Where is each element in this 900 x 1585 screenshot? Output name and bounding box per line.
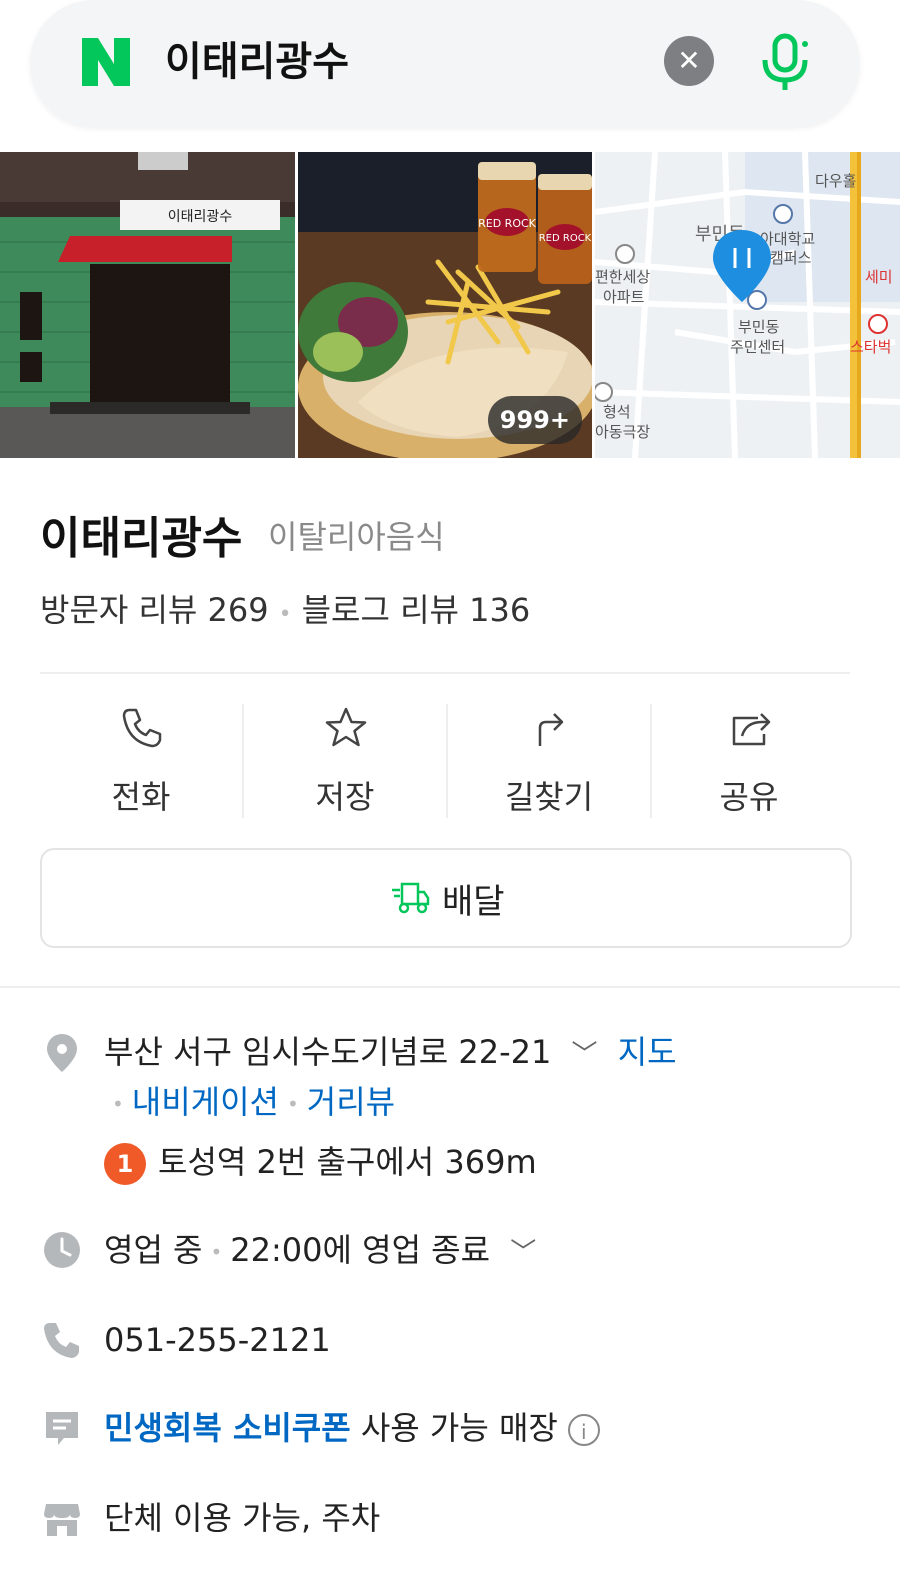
close-icon: ✕: [677, 44, 701, 77]
hours-detail: 22:00에 영업 종료: [230, 1231, 491, 1269]
map-link[interactable]: 지도: [618, 1033, 677, 1071]
svg-text:RED ROCK: RED ROCK: [478, 217, 537, 230]
place-name: 이태리광수: [40, 513, 243, 564]
map-label-4: 세미: [865, 268, 893, 286]
naver-logo-icon[interactable]: [78, 34, 134, 90]
save-label: 저장: [315, 778, 375, 816]
directions-button[interactable]: 길찾기: [448, 700, 650, 820]
review-summary: 방문자 리뷰 269 • 블로그 리뷰 136: [40, 591, 531, 629]
map-label-6: 아파트: [603, 288, 645, 306]
divider: [40, 672, 850, 674]
visitor-review-link[interactable]: 방문자 리뷰 269: [40, 591, 269, 629]
info-icon[interactable]: i: [567, 1414, 600, 1446]
storefront-photo[interactable]: 이태리광수: [0, 152, 295, 458]
action-bar: 전화 저장 길찾기 공유: [40, 700, 850, 820]
facilities-text: 단체 이용 가능, 주차: [104, 1499, 381, 1537]
map-label-10: 형석: [603, 403, 631, 421]
map-label-2: 아대학교: [760, 230, 815, 248]
phone-icon: [44, 1323, 79, 1358]
microphone-icon[interactable]: [755, 30, 815, 94]
address-links: • 내비게이션 • 거리뷰: [112, 1083, 396, 1121]
subway-line-badge: 1: [104, 1143, 146, 1185]
share-button[interactable]: 공유: [648, 700, 850, 820]
storefront-sign: 이태리광수: [168, 209, 233, 225]
subway-text: 토성역 2번 출구에서 369m: [158, 1143, 537, 1181]
share-label: 공유: [719, 778, 779, 816]
food-photo[interactable]: RED ROCK RED ROCK 999+: [298, 152, 592, 458]
phone-number[interactable]: 051-255-2121: [104, 1318, 331, 1362]
search-query[interactable]: 이태리광수: [165, 34, 349, 90]
save-button[interactable]: 저장: [244, 700, 446, 820]
phone-icon: [122, 708, 162, 748]
map-label-11: 아동극장: [595, 423, 650, 441]
coupon-row: 민생회복 소비쿠폰 사용 가능 매장 i: [104, 1406, 600, 1450]
directions-icon: [538, 713, 564, 746]
coupon-link[interactable]: 민생회복 소비쿠폰: [104, 1409, 351, 1447]
delivery-truck-icon: [392, 882, 430, 914]
map-label-9: 스타벅: [850, 338, 891, 356]
address-text[interactable]: 부산 서구 임시수도기념로 22-21: [104, 1033, 551, 1071]
delivery-button[interactable]: 배달: [40, 848, 852, 948]
section-divider: [0, 986, 900, 988]
map-label-3: 캠퍼스: [770, 249, 812, 267]
call-label: 전화: [111, 778, 171, 816]
hours-status: 영업 중: [104, 1231, 203, 1269]
photo-strip[interactable]: 이태리광수 RED ROCK RED ROCK 999+ 다우홀 부민동 아대학…: [0, 152, 900, 458]
map-label-7: 부민동: [738, 318, 780, 336]
delivery-label: 배달: [442, 882, 505, 922]
search-bar[interactable]: 이태리광수 ✕: [30, 0, 860, 127]
clear-search-button[interactable]: ✕: [664, 36, 714, 86]
streetview-link[interactable]: 거리뷰: [307, 1083, 395, 1121]
call-button[interactable]: 전화: [40, 700, 242, 820]
hours-row[interactable]: 영업 중 • 22:00에 영업 종료 ﹀: [104, 1228, 536, 1275]
subway-row: 1 토성역 2번 출구에서 369m: [104, 1140, 537, 1185]
map-label-5: 편한세상: [595, 268, 650, 286]
clock-icon: [44, 1232, 80, 1268]
chevron-down-icon[interactable]: ﹀: [572, 1040, 598, 1070]
location-pin-icon: [47, 1034, 77, 1072]
directions-label: 길찾기: [504, 778, 594, 816]
photo-count-badge: 999+: [487, 396, 582, 444]
share-icon: [732, 713, 771, 746]
map-thumbnail[interactable]: 다우홀 부민동 아대학교 캠퍼스 세미 편한세상 아파트 부민동 주민센터 스타…: [595, 152, 900, 458]
coupon-text: 사용 가능 매장: [350, 1409, 558, 1447]
address-row: 부산 서구 임시수도기념로 22-21 ﹀ 지도: [104, 1030, 677, 1077]
svg-text:RED ROCK: RED ROCK: [539, 233, 592, 244]
map-label-0: 다우홀: [815, 172, 856, 190]
map-label-8: 주민센터: [730, 338, 785, 356]
chevron-down-icon[interactable]: ﹀: [510, 1238, 536, 1268]
blog-review-link[interactable]: 블로그 리뷰 136: [302, 591, 531, 629]
place-category: 이탈리아음식: [268, 518, 445, 556]
store-icon: [44, 1504, 80, 1536]
star-icon: [325, 707, 367, 747]
navigation-link[interactable]: 내비게이션: [132, 1083, 279, 1121]
memo-icon: [46, 1412, 78, 1445]
